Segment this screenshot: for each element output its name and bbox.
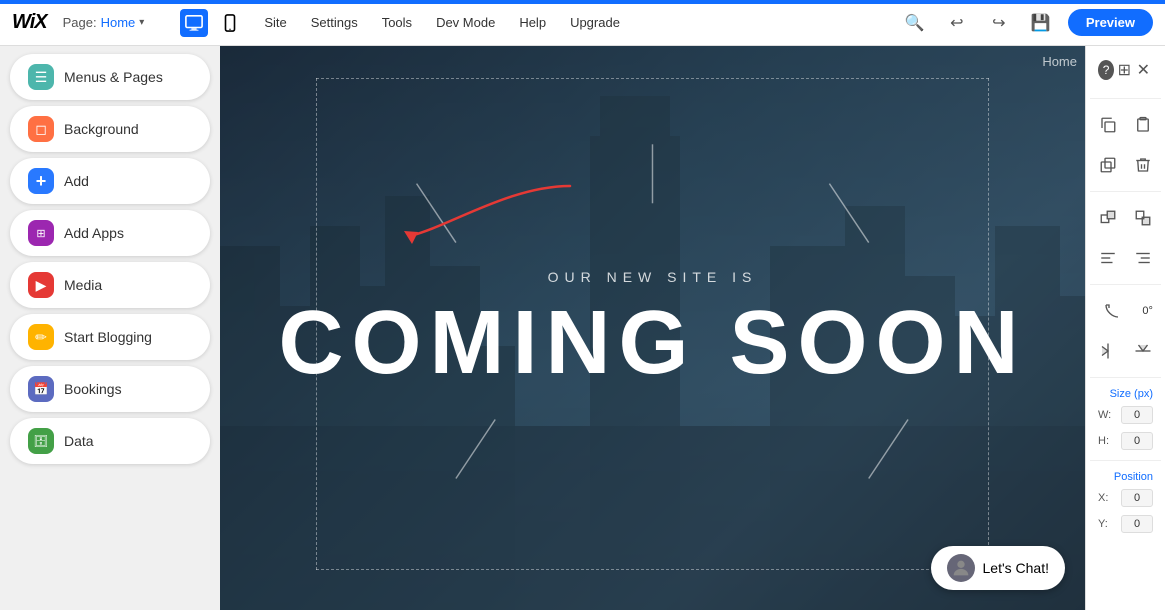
desktop-icon[interactable] <box>180 9 208 37</box>
chat-avatar <box>947 554 975 582</box>
width-label: W: <box>1098 409 1111 421</box>
nav-help[interactable]: Help <box>519 15 546 30</box>
flip-h-icon[interactable] <box>1094 337 1122 365</box>
bring-forward-icon[interactable] <box>1094 204 1122 232</box>
x-label: X: <box>1098 492 1108 504</box>
nav-tools[interactable]: Tools <box>382 15 412 30</box>
sidebar-label-add: Add <box>64 173 89 189</box>
canvas-content: OUR NEW SITE IS COMING SOON <box>220 46 1085 610</box>
sidebar-label-data: Data <box>64 433 94 449</box>
sidebar-item-add[interactable]: + Add <box>10 158 210 204</box>
grid-icon[interactable]: ⊞ <box>1114 58 1133 82</box>
sidebar-label-bookings: Bookings <box>64 381 122 397</box>
background-icon: ◻ <box>28 116 54 142</box>
rp-sep-5 <box>1090 460 1161 461</box>
rp-header: ? ⊞ ✕ <box>1090 54 1161 86</box>
rp-sep-2 <box>1090 191 1161 192</box>
page-label: Page: <box>63 15 97 30</box>
y-input[interactable] <box>1121 515 1153 533</box>
add-apps-icon: ⊞ <box>28 220 54 246</box>
menus-pages-icon: ☰ <box>28 64 54 90</box>
sidebar: ☰ Menus & Pages ◻ Background + Add ⊞ Add… <box>0 46 220 610</box>
rp-layer-row <box>1090 200 1161 236</box>
send-backward-icon[interactable] <box>1129 204 1157 232</box>
mobile-icon[interactable] <box>216 9 244 37</box>
rp-copy-row <box>1090 107 1161 143</box>
media-icon: ▶ <box>28 272 54 298</box>
bookings-icon: 📅 <box>28 376 54 402</box>
rotate-value: 0° <box>1142 305 1153 317</box>
y-row: Y: <box>1090 513 1161 535</box>
main-area: ☰ Menus & Pages ◻ Background + Add ⊞ Add… <box>0 46 1165 610</box>
page-name[interactable]: Home <box>101 15 136 30</box>
nav-links: Site Settings Tools Dev Mode Help Upgrad… <box>264 15 620 30</box>
close-icon[interactable]: ✕ <box>1134 58 1153 82</box>
top-nav: WiX Page: Home ▾ Site Settings Tools Dev… <box>0 0 1165 46</box>
width-row: W: <box>1090 404 1161 426</box>
rp-align-row <box>1090 240 1161 276</box>
rp-flip-row <box>1090 333 1161 369</box>
sidebar-label-media: Media <box>64 277 102 293</box>
wix-logo: WiX <box>12 11 47 34</box>
delete-icon[interactable] <box>1129 151 1157 179</box>
size-label: Size (px) <box>1090 388 1161 400</box>
save-icon[interactable]: 💾 <box>1026 8 1056 38</box>
nav-devmode[interactable]: Dev Mode <box>436 15 495 30</box>
chevron-down-icon[interactable]: ▾ <box>139 17 144 28</box>
height-row: H: <box>1090 430 1161 452</box>
data-icon: 🗄 <box>28 428 54 454</box>
search-icon[interactable]: 🔍 <box>900 8 930 38</box>
height-input[interactable] <box>1121 432 1153 450</box>
coming-soon-text: COMING SOON <box>278 301 1026 387</box>
nav-site[interactable]: Site <box>264 15 286 30</box>
sidebar-label-add-apps: Add Apps <box>64 225 124 241</box>
undo-icon[interactable]: ↩ <box>942 8 972 38</box>
sidebar-item-bookings[interactable]: 📅 Bookings <box>10 366 210 412</box>
height-label: H: <box>1098 435 1109 447</box>
sidebar-label-background: Background <box>64 121 139 137</box>
sidebar-item-data[interactable]: 🗄 Data <box>10 418 210 464</box>
right-panel: ? ⊞ ✕ <box>1085 46 1165 610</box>
position-label: Position <box>1090 471 1161 483</box>
redo-icon[interactable]: ↪ <box>984 8 1014 38</box>
x-row: X: <box>1090 487 1161 509</box>
rp-delete-row <box>1090 147 1161 183</box>
canvas: Home OUR NEW SITE IS COMING SOON Let's C… <box>220 46 1085 610</box>
align-left-icon[interactable] <box>1094 244 1122 272</box>
sidebar-item-start-blogging[interactable]: ✏ Start Blogging <box>10 314 210 360</box>
sidebar-item-menus-pages[interactable]: ☰ Menus & Pages <box>10 54 210 100</box>
rp-sep-3 <box>1090 284 1161 285</box>
flip-v-icon[interactable] <box>1129 337 1157 365</box>
rotate-icon[interactable] <box>1098 297 1126 325</box>
sidebar-item-background[interactable]: ◻ Background <box>10 106 210 152</box>
sidebar-item-add-apps[interactable]: ⊞ Add Apps <box>10 210 210 256</box>
chat-label: Let's Chat! <box>983 560 1050 576</box>
align-right-icon[interactable] <box>1129 244 1157 272</box>
y-label: Y: <box>1098 518 1108 530</box>
site-subtitle: OUR NEW SITE IS <box>548 269 758 285</box>
add-icon: + <box>28 168 54 194</box>
blogging-icon: ✏ <box>28 324 54 350</box>
rp-sep-1 <box>1090 98 1161 99</box>
nav-actions: 🔍 ↩ ↪ 💾 Preview <box>900 8 1153 38</box>
nav-settings[interactable]: Settings <box>311 15 358 30</box>
help-icon[interactable]: ? <box>1098 60 1114 80</box>
rp-rotate-row: 0° <box>1090 293 1161 329</box>
copy-icon[interactable] <box>1094 111 1122 139</box>
blue-bar <box>0 0 1165 4</box>
preview-button[interactable]: Preview <box>1068 9 1153 36</box>
sidebar-item-media[interactable]: ▶ Media <box>10 262 210 308</box>
sidebar-label-start-blogging: Start Blogging <box>64 329 152 345</box>
duplicate-icon[interactable] <box>1094 151 1122 179</box>
x-input[interactable] <box>1121 489 1153 507</box>
device-icons <box>180 9 244 37</box>
paste-icon[interactable] <box>1129 111 1157 139</box>
chat-button[interactable]: Let's Chat! <box>931 546 1066 590</box>
sidebar-label-menus-pages: Menus & Pages <box>64 69 163 85</box>
width-input[interactable] <box>1121 406 1153 424</box>
nav-upgrade[interactable]: Upgrade <box>570 15 620 30</box>
rp-sep-4 <box>1090 377 1161 378</box>
